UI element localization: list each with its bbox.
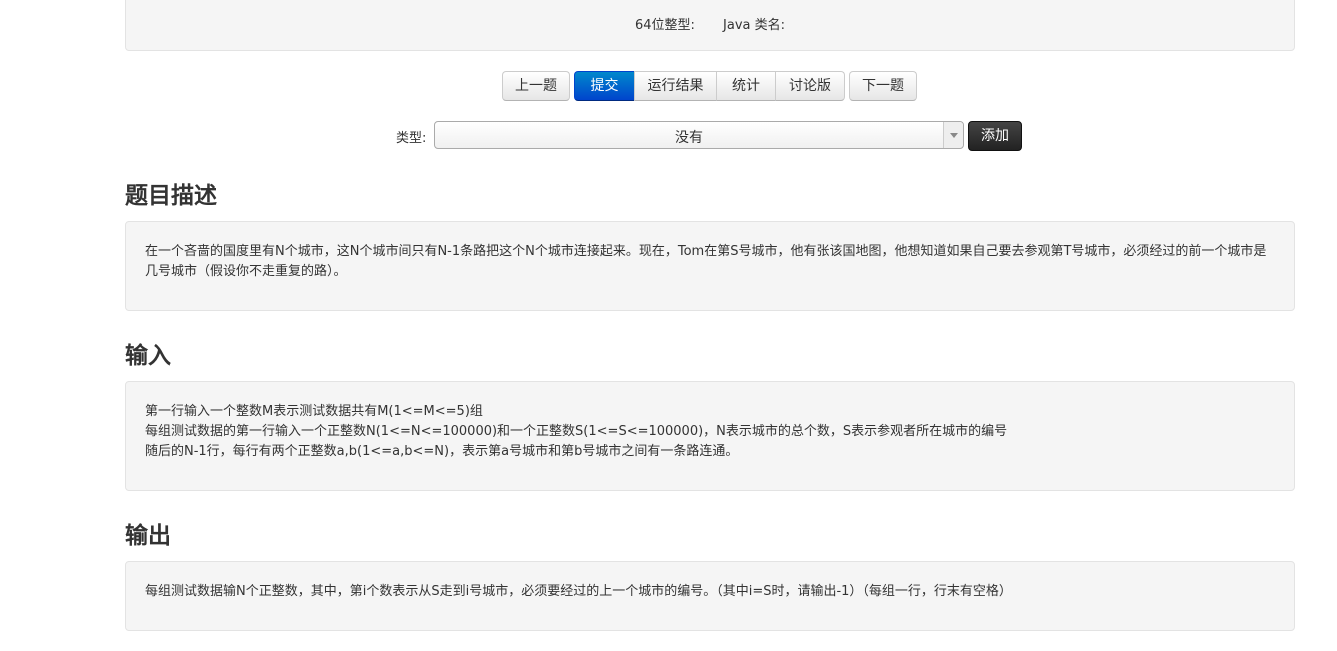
stats-button[interactable]: 统计 [716, 71, 776, 101]
type-label: 类型: [396, 131, 427, 146]
input-line: 第一行输入一个整数M表示测试数据共有M(1<=M<=5)组 [145, 404, 483, 419]
problem-page: 64位整型: Java 类名: 上一题 提交 运行结果 统计 讨论版 下一题 类… [0, 0, 1337, 651]
input-title: 输入 [125, 342, 171, 369]
submit-button[interactable]: 提交 [574, 71, 635, 101]
add-type-button[interactable]: 添加 [968, 121, 1022, 151]
description-box: 在一个吝啬的国度里有N个城市，这N个城市间只有N-1条路把这个N个城市连接起来。… [125, 221, 1295, 311]
output-text: 每组测试数据输N个正整数，其中，第i个数表示从S走到i号城市，必须要经过的上一个… [145, 584, 1012, 599]
input-line: 每组测试数据的第一行输入一个正整数N(1<=N<=100000)和一个正整数S(… [145, 424, 1008, 439]
next-problem-button[interactable]: 下一题 [849, 71, 917, 101]
problem-info-box: 64位整型: Java 类名: [125, 0, 1295, 51]
output-title: 输出 [125, 522, 171, 549]
chevron-down-icon[interactable] [943, 122, 963, 148]
type-select[interactable]: 没有 [434, 121, 964, 149]
results-button[interactable]: 运行结果 [634, 71, 717, 101]
int64-label: 64位整型: [634, 18, 695, 33]
problem-meta: 64位整型: Java 类名: [126, 14, 1294, 33]
type-select-value: 没有 [675, 130, 703, 146]
description-text: 在一个吝啬的国度里有N个城市，这N个城市间只有N-1条路把这个N个城市连接起来。… [145, 244, 1267, 279]
input-line: 随后的N-1行，每行有两个正整数a,b(1<=a,b<=N)，表示第a号城市和第… [145, 444, 739, 459]
prev-problem-button[interactable]: 上一题 [502, 71, 570, 101]
output-box: 每组测试数据输N个正整数，其中，第i个数表示从S走到i号城市，必须要经过的上一个… [125, 561, 1295, 631]
discuss-button[interactable]: 讨论版 [775, 71, 845, 101]
description-title: 题目描述 [125, 182, 217, 209]
java-class-label: Java 类名: [723, 18, 786, 33]
input-box: 第一行输入一个整数M表示测试数据共有M(1<=M<=5)组 每组测试数据的第一行… [125, 381, 1295, 491]
